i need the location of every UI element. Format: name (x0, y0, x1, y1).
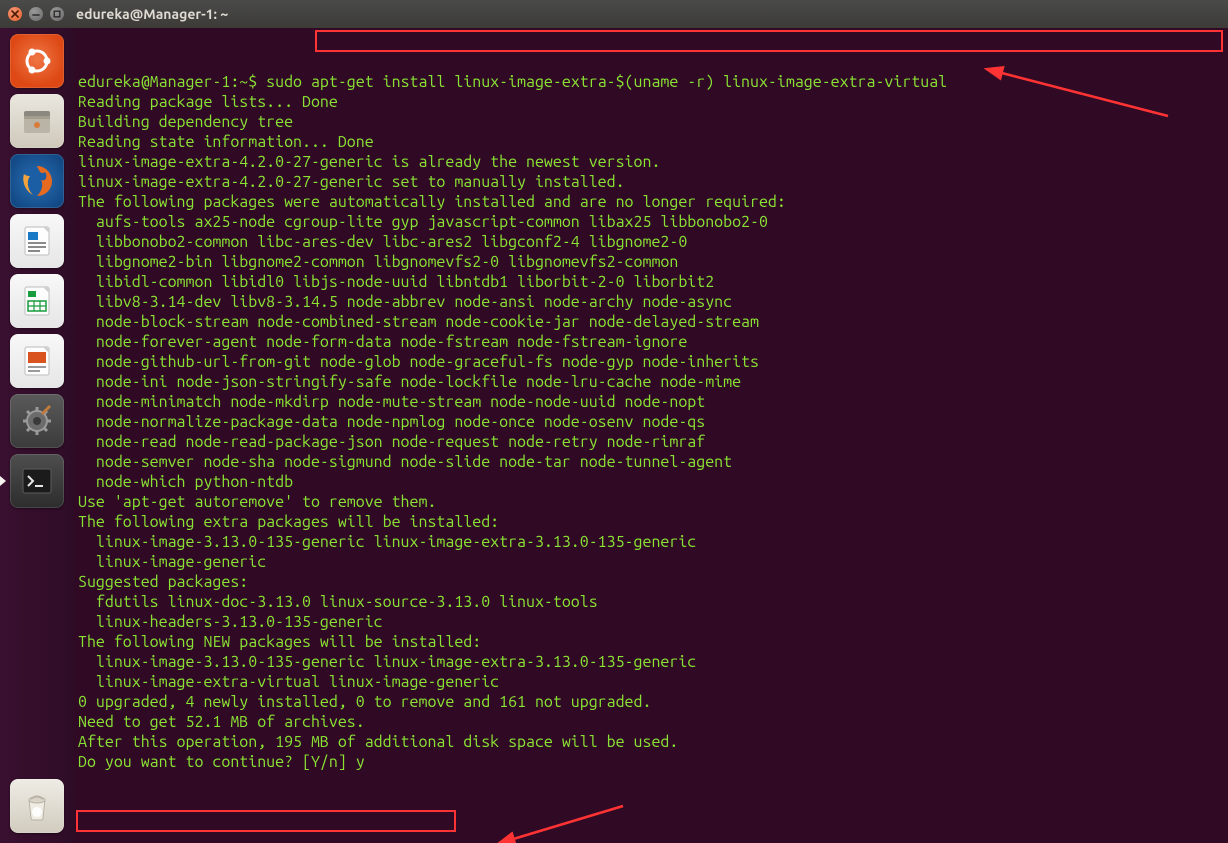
terminal-output-line: node-ini node-json-stringify-safe node-l… (78, 372, 1224, 392)
terminal-command: sudo apt-get install linux-image-extra-$… (266, 73, 947, 91)
terminal-output-line: node-forever-agent node-form-data node-f… (78, 332, 1224, 352)
terminal-output-line: linux-image-extra-4.2.0-27-generic set t… (78, 172, 1224, 192)
terminal-output-line: Do you want to continue? [Y/n] y (78, 752, 1224, 772)
terminal-output-line: The following packages were automaticall… (78, 192, 1224, 212)
terminal-output-line: The following extra packages will be ins… (78, 512, 1224, 532)
terminal-output-line: Need to get 52.1 MB of archives. (78, 712, 1224, 732)
terminal-output-line: libbonobo2-common libc-ares-dev libc-are… (78, 232, 1224, 252)
terminal-output-line: node-minimatch node-mkdirp node-mute-str… (78, 392, 1224, 412)
window-controls (8, 7, 64, 21)
close-button[interactable] (8, 7, 22, 21)
terminal-output-line: Reading package lists... Done (78, 92, 1224, 112)
terminal-output: edureka@Manager-1:~$ sudo apt-get instal… (78, 72, 1224, 772)
terminal-output-line: aufs-tools ax25-node cgroup-lite gyp jav… (78, 212, 1224, 232)
terminal-output-line: After this operation, 195 MB of addition… (78, 732, 1224, 752)
terminal-prompt: edureka@Manager-1:~$ (78, 73, 266, 91)
terminal-output-line: Suggested packages: (78, 572, 1224, 592)
terminal-output-line: Reading state information... Done (78, 132, 1224, 152)
libreoffice-impress-icon[interactable] (10, 334, 64, 388)
libreoffice-calc-icon[interactable] (10, 274, 64, 328)
terminal-output-line: node-github-url-from-git node-glob node-… (78, 352, 1224, 372)
trash-icon[interactable] (10, 779, 64, 833)
annotation-arrow-to-prompt (444, 780, 638, 843)
terminal-output-line: libgnome2-bin libgnome2-common libgnomev… (78, 252, 1224, 272)
terminal-output-line: fdutils linux-doc-3.13.0 linux-source-3.… (78, 592, 1224, 612)
terminal-output-line: The following NEW packages will be insta… (78, 632, 1224, 652)
window-title: edureka@Manager-1: ~ (76, 6, 228, 22)
annotation-highlight-command (315, 30, 1223, 52)
terminal-output-line: Use 'apt-get autoremove' to remove them. (78, 492, 1224, 512)
maximize-button[interactable] (50, 7, 64, 21)
terminal-output-line: libidl-common libidl0 libjs-node-uuid li… (78, 272, 1224, 292)
libreoffice-writer-icon[interactable] (10, 214, 64, 268)
terminal-output-line: linux-image-extra-4.2.0-27-generic is al… (78, 152, 1224, 172)
ubuntu-dash-icon[interactable] (10, 34, 64, 88)
system-settings-icon[interactable] (10, 394, 64, 448)
terminal-output-line: node-normalize-package-data node-npmlog … (78, 412, 1224, 432)
terminal-output-line: linux-image-3.13.0-135-generic linux-ima… (78, 532, 1224, 552)
terminal-output-line: node-which python-ntdb (78, 472, 1224, 492)
terminal-output-line: node-block-stream node-combined-stream n… (78, 312, 1224, 332)
firefox-icon[interactable] (10, 154, 64, 208)
terminal-output-line: libv8-3.14-dev libv8-3.14.5 node-abbrev … (78, 292, 1224, 312)
unity-launcher (0, 28, 74, 843)
terminal-output-line: linux-image-3.13.0-135-generic linux-ima… (78, 652, 1224, 672)
terminal-output-line: linux-headers-3.13.0-135-generic (78, 612, 1224, 632)
files-icon[interactable] (10, 94, 64, 148)
terminal-output-line: node-semver node-sha node-sigmund node-s… (78, 452, 1224, 472)
terminal-pane[interactable]: edureka@Manager-1:~$ sudo apt-get instal… (74, 28, 1228, 843)
terminal-icon[interactable] (10, 454, 64, 508)
terminal-output-line: 0 upgraded, 4 newly installed, 0 to remo… (78, 692, 1224, 712)
window-titlebar: edureka@Manager-1: ~ (0, 0, 1228, 28)
terminal-output-line: node-read node-read-package-json node-re… (78, 432, 1224, 452)
terminal-output-line: linux-image-generic (78, 552, 1224, 572)
minimize-button[interactable] (29, 7, 43, 21)
terminal-output-line: Building dependency tree (78, 112, 1224, 132)
annotation-highlight-prompt (76, 810, 456, 832)
terminal-output-line: linux-image-extra-virtual linux-image-ge… (78, 672, 1224, 692)
